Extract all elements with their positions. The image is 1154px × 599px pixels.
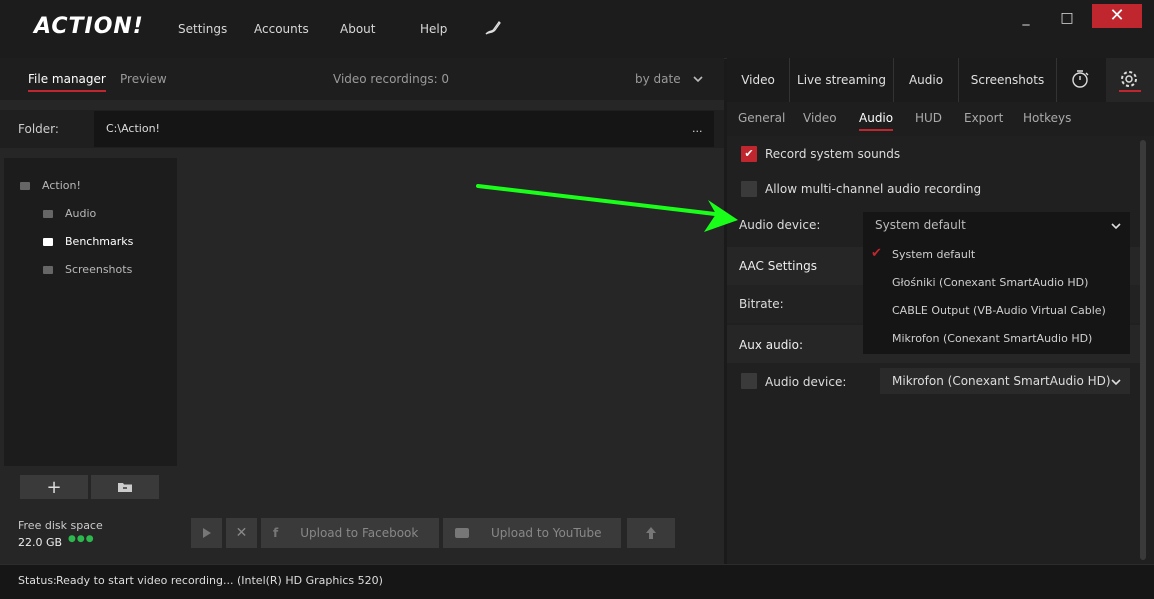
audio-device-value: System default <box>875 218 966 232</box>
remove-folder-button[interactable] <box>91 475 159 499</box>
settings-tab-underline <box>1119 90 1141 92</box>
upload-youtube-button[interactable]: Upload to YouTube <box>443 518 621 548</box>
delete-button[interactable]: ✕ <box>226 518 257 548</box>
timer-icon[interactable] <box>1070 69 1090 92</box>
upload-youtube-label: Upload to YouTube <box>491 526 602 540</box>
upload-button[interactable] <box>627 518 675 548</box>
tree-item-action[interactable]: Action! <box>20 179 81 192</box>
check-icon: ✔ <box>871 246 882 261</box>
brush-icon[interactable] <box>484 20 502 39</box>
folder-icon <box>43 266 53 274</box>
status-label: Status: <box>18 574 57 587</box>
menu-item-glosniki[interactable]: Głośniki (Conexant SmartAudio HD) <box>892 276 1088 289</box>
sort-dropdown[interactable]: by date <box>635 72 681 86</box>
free-disk-value: 22.0 GB <box>18 536 63 549</box>
upload-arrow-icon <box>646 527 656 539</box>
subtab-hotkeys[interactable]: Hotkeys <box>1023 111 1071 125</box>
folder-icon <box>20 182 30 190</box>
record-system-sounds-checkbox[interactable]: ✔ <box>741 146 757 162</box>
subtab-general[interactable]: General <box>738 111 785 125</box>
upload-facebook-button[interactable]: f Upload to Facebook <box>261 518 439 548</box>
aux-audio-heading: Aux audio: <box>739 338 804 352</box>
menu-item-mikrofon[interactable]: Mikrofon (Conexant SmartAudio HD) <box>892 332 1092 345</box>
tab-file-manager[interactable]: File manager <box>28 72 106 92</box>
subtab-audio[interactable]: Audio <box>859 111 894 131</box>
tree-item-label: Benchmarks <box>65 235 134 248</box>
youtube-icon <box>455 528 469 538</box>
title-bar <box>0 0 1154 59</box>
maximize-button[interactable]: □ <box>1058 8 1076 28</box>
chevron-down-icon <box>1110 376 1122 390</box>
facebook-icon: f <box>273 526 279 540</box>
app-logo: ACTION! <box>34 14 144 39</box>
close-button[interactable]: ✕ <box>1092 4 1142 28</box>
green-arrow-annotation <box>470 180 745 239</box>
tab-video[interactable]: Video <box>727 58 790 102</box>
nav-accounts[interactable]: Accounts <box>254 22 309 36</box>
bitrate-label: Bitrate: <box>739 297 784 311</box>
gear-icon[interactable] <box>1119 69 1139 92</box>
play-button[interactable] <box>191 518 222 548</box>
aux-device-value: Mikrofon (Conexant SmartAudio HD) <box>892 374 1111 388</box>
chevron-down-icon[interactable] <box>692 73 704 87</box>
aux-device-label: Audio device: <box>765 375 847 389</box>
folder-icon <box>43 210 53 218</box>
folder-path-field[interactable] <box>94 111 714 147</box>
status-text: Ready to start video recording... (Intel… <box>56 574 383 587</box>
menu-item-cable-output[interactable]: CABLE Output (VB-Audio Virtual Cable) <box>892 304 1106 317</box>
tree-item-label: Audio <box>65 207 97 220</box>
folder-tree <box>4 158 177 466</box>
tree-item-label: Screenshots <box>65 263 133 276</box>
disk-status-dots: ●●● <box>68 534 95 544</box>
audio-device-label: Audio device: <box>739 218 821 232</box>
folder-icon <box>43 238 53 246</box>
minimize-button[interactable]: _ <box>1018 8 1034 28</box>
tree-item-screenshots[interactable]: Screenshots <box>43 263 132 276</box>
nav-about[interactable]: About <box>340 22 375 36</box>
folder-label: Folder: <box>18 122 59 136</box>
folder-remove-icon <box>118 483 132 492</box>
video-recordings-count: Video recordings: 0 <box>333 72 450 86</box>
aux-audio-checkbox[interactable] <box>741 373 757 389</box>
free-disk-label: Free disk space <box>18 519 103 532</box>
tree-item-label: Action! <box>42 179 81 192</box>
tab-live-streaming[interactable]: Live streaming <box>790 58 894 102</box>
settings-scrollbar[interactable] <box>1140 140 1146 560</box>
tree-item-audio[interactable]: Audio <box>43 207 96 220</box>
tab-audio[interactable]: Audio <box>894 58 959 102</box>
subtab-video[interactable]: Video <box>803 111 837 125</box>
upload-facebook-label: Upload to Facebook <box>300 526 419 540</box>
add-folder-button[interactable]: + <box>20 475 88 499</box>
multichannel-label: Allow multi-channel audio recording <box>765 182 982 196</box>
record-system-sounds-label: Record system sounds <box>765 147 901 161</box>
tab-preview[interactable]: Preview <box>120 72 167 86</box>
tab-screenshots[interactable]: Screenshots <box>959 58 1057 102</box>
play-icon <box>202 528 211 538</box>
nav-help[interactable]: Help <box>420 22 447 36</box>
tree-item-benchmarks[interactable]: Benchmarks <box>43 235 133 248</box>
aac-settings-heading: AAC Settings <box>739 259 817 273</box>
browse-folder-button[interactable]: ... <box>692 122 703 135</box>
nav-settings[interactable]: Settings <box>178 22 227 36</box>
folder-path: C:\Action! <box>106 122 160 135</box>
chevron-down-icon <box>1110 220 1122 234</box>
subtab-hud[interactable]: HUD <box>915 111 942 125</box>
subtab-export[interactable]: Export <box>964 111 1003 125</box>
menu-item-system-default[interactable]: System default <box>892 248 975 261</box>
